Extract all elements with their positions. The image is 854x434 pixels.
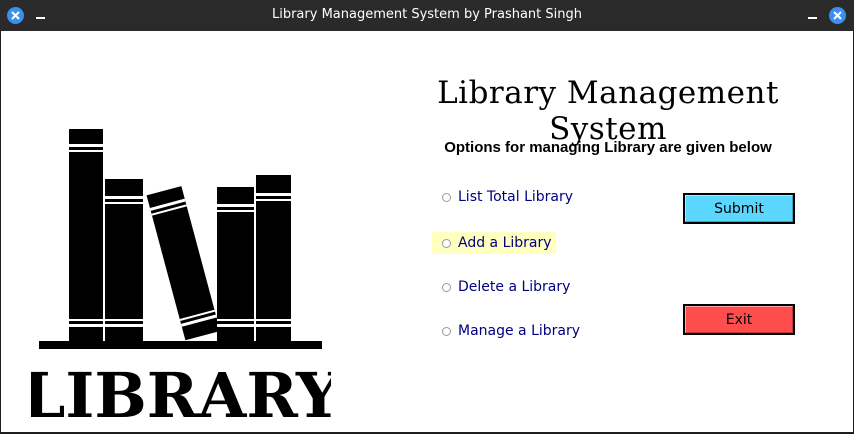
subtitle: Options for managing Library are given b… <box>444 139 772 156</box>
app-window: Library Management System by Prashant Si… <box>0 0 854 434</box>
close-icon-right[interactable] <box>829 7 846 24</box>
option-delete-a-library[interactable]: Delete a Library <box>432 276 574 298</box>
radio-icon[interactable] <box>442 282 451 292</box>
library-logo: LIBRARY <box>31 129 331 421</box>
books-icon <box>39 129 322 349</box>
exit-button[interactable]: Exit <box>683 304 795 335</box>
radio-icon[interactable] <box>442 238 451 248</box>
logo-text: LIBRARY <box>31 359 331 421</box>
option-add-a-library[interactable]: Add a Library <box>432 232 556 254</box>
radio-icon[interactable] <box>442 326 451 336</box>
option-label: Add a Library <box>458 235 552 251</box>
option-label: List Total Library <box>458 189 574 205</box>
option-label: Manage a Library <box>458 323 581 339</box>
submit-button[interactable]: Submit <box>683 193 795 224</box>
option-list-total-library[interactable]: List Total Library <box>432 186 577 208</box>
window-title: Library Management System by Prashant Si… <box>271 7 582 22</box>
option-label: Delete a Library <box>458 279 571 295</box>
minimize-icon-right[interactable] <box>808 17 817 19</box>
title-bar[interactable]: Library Management System by Prashant Si… <box>0 0 854 31</box>
radio-icon[interactable] <box>442 192 451 202</box>
main-content: LIBRARY Library Management System Option… <box>1 31 853 432</box>
app-title: Library Management System <box>437 75 779 147</box>
option-manage-a-library[interactable]: Manage a Library <box>432 320 584 342</box>
